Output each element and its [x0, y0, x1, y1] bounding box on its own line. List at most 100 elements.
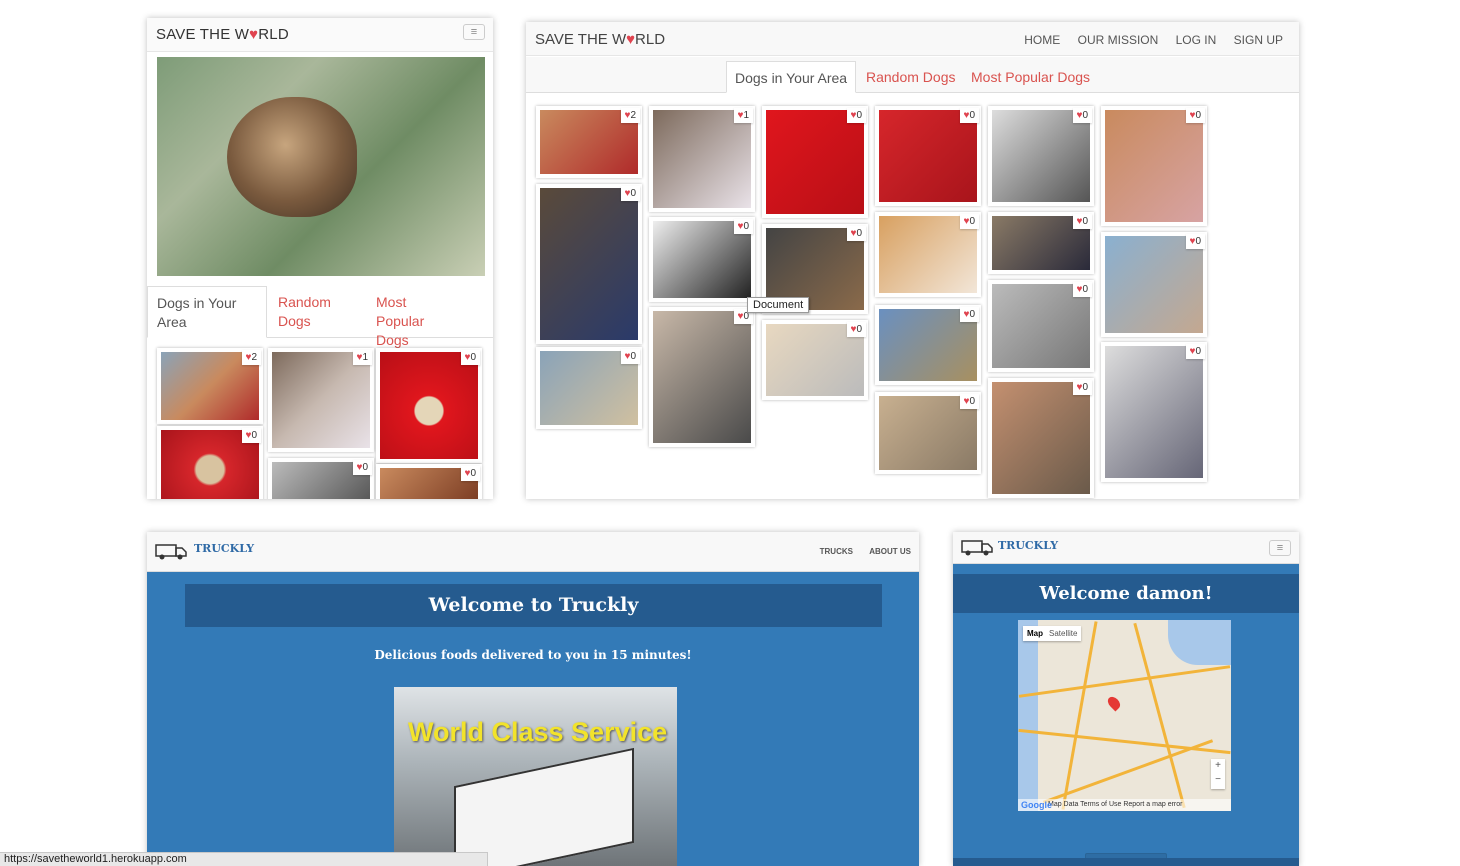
brand-logo[interactable]: SAVE THE W♥RLD	[535, 31, 665, 48]
like-badge[interactable]: ♥0	[620, 186, 640, 201]
like-badge[interactable]: ♥0	[959, 214, 979, 229]
brand-logo[interactable]: TRUCKLY	[998, 539, 1058, 552]
tab-dogs-in-your-area[interactable]: Dogs in Your Area	[726, 61, 857, 93]
dog-card[interactable]: ♥0	[649, 217, 755, 302]
dog-card[interactable]: ♥0	[1101, 232, 1207, 337]
dog-card[interactable]: ♥0	[376, 348, 482, 463]
dog-card[interactable]: ♥0	[875, 392, 981, 474]
like-badge[interactable]: ♥0	[1072, 108, 1092, 123]
like-badge[interactable]: ♥0	[241, 428, 261, 443]
zoom-control[interactable]: + −	[1211, 759, 1225, 789]
dog-card[interactable]: ♥0	[157, 426, 263, 499]
heart-icon: ♥	[249, 26, 259, 43]
dog-card[interactable]: ♥0	[988, 212, 1094, 274]
dog-card[interactable]: ♥2	[157, 348, 263, 424]
dog-card[interactable]: ♥0	[762, 320, 868, 400]
truck-icon	[961, 540, 993, 556]
nav-about-us[interactable]: ABOUT US	[869, 547, 911, 556]
map-type-map[interactable]: Map	[1027, 629, 1043, 638]
tab-random-dogs[interactable]: Random Dogs	[269, 286, 365, 338]
tab-most-popular-dogs[interactable]: Most Popular Dogs	[367, 286, 467, 348]
dog-card[interactable]: ♥0	[875, 212, 981, 297]
like-badge[interactable]: ♥0	[460, 466, 480, 481]
google-logo: Google	[1021, 800, 1052, 810]
browser-status-bar: https://savetheworld1.herokuapp.com	[0, 852, 488, 866]
hero-dog-image	[157, 57, 485, 276]
tab-most-popular-dogs[interactable]: Most Popular Dogs	[963, 61, 1098, 93]
like-badge[interactable]: ♥0	[959, 394, 979, 409]
navbar: TRUCKLY TRUCKS ABOUT US	[147, 532, 919, 572]
tab-dogs-in-your-area[interactable]: Dogs in Your Area	[147, 286, 267, 338]
logo-text-end: RLD	[258, 26, 289, 43]
hero-slogan: World Class Service	[408, 717, 668, 747]
logo-text-end: RLD	[635, 31, 666, 48]
stw-mobile-screenshot: SAVE THE W♥RLD ≡ Dogs in Your Area Rando…	[147, 18, 493, 499]
tagline: Delicious foods delivered to you in 15 m…	[374, 648, 692, 662]
navbar: SAVE THE W♥RLD HOME OUR MISSION LOG IN S…	[526, 22, 1299, 56]
nav-links: HOME OUR MISSION LOG IN SIGN UP	[1010, 33, 1283, 47]
tooltip: Document	[747, 297, 810, 313]
nav-log-in[interactable]: LOG IN	[1176, 33, 1217, 47]
google-map[interactable]: Map Satellite + − Map Data Terms of Use Re…	[1018, 620, 1231, 811]
dog-card[interactable]: ♥0	[988, 280, 1094, 372]
hamburger-menu-icon[interactable]: ≡	[1269, 540, 1291, 556]
dog-card[interactable]: ♥0	[1101, 342, 1207, 482]
like-badge[interactable]: ♥0	[846, 226, 866, 241]
navbar: SAVE THE W♥RLD ≡	[147, 18, 493, 52]
tab-bar: Dogs in Your Area Random Dogs Most Popul…	[147, 286, 493, 348]
logo-text: SAVE THE W	[156, 26, 250, 43]
like-badge[interactable]: ♥1	[733, 108, 753, 123]
like-badge[interactable]: ♥2	[241, 350, 261, 365]
dog-card[interactable]: ♥0	[268, 458, 374, 499]
nav-our-mission[interactable]: OUR MISSION	[1078, 33, 1159, 47]
brand-logo[interactable]: SAVE THE W♥RLD	[156, 26, 289, 43]
hero-truck-image: World Class Service	[394, 687, 677, 866]
truckly-mobile-screenshot: TRUCKLY ≡ Welcome damon! Map Satellite + −…	[953, 532, 1299, 866]
tab-random-dogs[interactable]: Random Dogs	[858, 61, 964, 93]
like-badge[interactable]: ♥0	[1072, 282, 1092, 297]
navbar: TRUCKLY ≡	[953, 532, 1299, 564]
location-pin-icon[interactable]	[1105, 694, 1123, 712]
truckly-desktop-screenshot: TRUCKLY TRUCKS ABOUT US Welcome to Truck…	[147, 532, 919, 866]
like-badge[interactable]: ♥0	[846, 322, 866, 337]
like-badge[interactable]: ♥0	[1185, 234, 1205, 249]
like-badge[interactable]: ♥0	[733, 219, 753, 234]
nav-home[interactable]: HOME	[1024, 33, 1060, 47]
dog-card[interactable]: ♥0	[875, 305, 981, 385]
like-badge[interactable]: ♥0	[620, 349, 640, 364]
dog-card[interactable]: ♥0	[988, 106, 1094, 206]
like-badge[interactable]: ♥0	[959, 307, 979, 322]
map-type-control: Map Satellite	[1023, 626, 1082, 641]
heart-icon: ♥	[626, 31, 636, 48]
brand-logo[interactable]: TRUCKLY	[194, 542, 254, 555]
stw-desktop-screenshot: SAVE THE W♥RLD HOME OUR MISSION LOG IN S…	[526, 22, 1299, 499]
dog-card[interactable]: ♥0	[536, 347, 642, 429]
dog-card[interactable]: ♥1	[268, 348, 374, 452]
dog-card[interactable]: ♥0	[649, 307, 755, 447]
dog-card[interactable]: ♥0	[988, 378, 1094, 498]
like-badge[interactable]: ♥0	[1185, 108, 1205, 123]
dog-card[interactable]: ♥0	[762, 106, 868, 218]
like-badge[interactable]: ♥0	[959, 108, 979, 123]
dog-card[interactable]: ♥0	[536, 184, 642, 344]
logo-text: SAVE THE W	[535, 31, 627, 48]
like-badge[interactable]: ♥0	[1072, 214, 1092, 229]
dog-card[interactable]: ♥0	[875, 106, 981, 206]
like-badge[interactable]: ♥0	[1072, 380, 1092, 395]
dog-card[interactable]: ♥0	[1101, 106, 1207, 226]
nav-trucks[interactable]: TRUCKS	[820, 547, 853, 556]
map-type-satellite[interactable]: Satellite	[1049, 629, 1077, 638]
hamburger-menu-icon[interactable]: ≡	[463, 24, 485, 40]
like-badge[interactable]: ♥2	[620, 108, 640, 123]
like-badge[interactable]: ♥0	[352, 460, 372, 475]
dog-card[interactable]: ♥2	[536, 106, 642, 178]
like-badge[interactable]: ♥0	[846, 108, 866, 123]
like-badge[interactable]: ♥0	[460, 350, 480, 365]
main-content: Welcome damon! Map Satellite + − Map Data …	[953, 564, 1299, 866]
nav-sign-up[interactable]: SIGN UP	[1234, 33, 1283, 47]
like-badge[interactable]: ♥1	[352, 350, 372, 365]
dog-card[interactable]: ♥0	[376, 464, 482, 499]
footer-bar	[953, 858, 1299, 866]
dog-card[interactable]: ♥1	[649, 106, 755, 212]
like-badge[interactable]: ♥0	[1185, 344, 1205, 359]
